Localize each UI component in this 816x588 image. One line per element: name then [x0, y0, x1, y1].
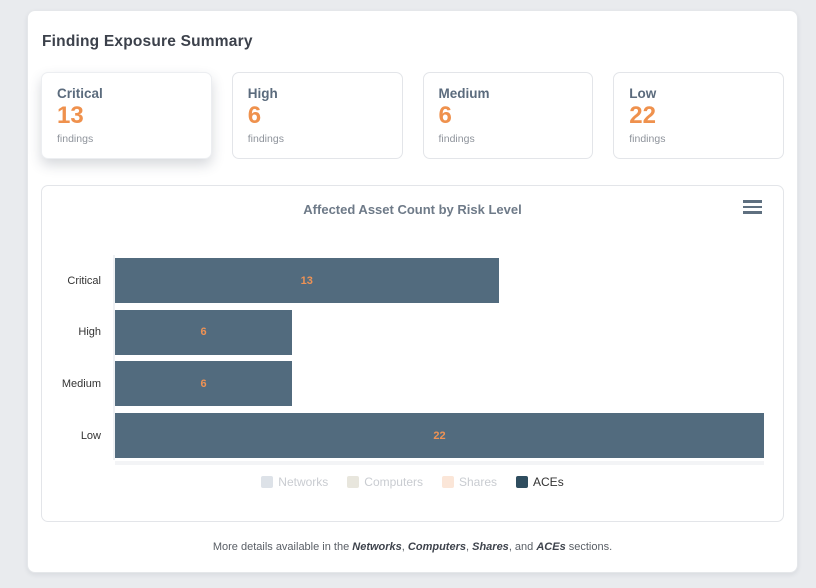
bar-track: 13 — [115, 258, 764, 303]
legend-item-networks[interactable]: Networks — [261, 475, 328, 489]
bar-track: 22 — [115, 413, 764, 458]
footer-section-name: Networks — [352, 541, 402, 553]
summary-card-critical[interactable]: Critical 13 findings — [41, 72, 212, 159]
legend-swatch — [347, 476, 359, 488]
chart-row: Critical 13 — [43, 255, 764, 307]
legend-label: Shares — [459, 475, 497, 489]
legend-label: ACEs — [533, 475, 564, 489]
finding-exposure-summary-panel: Finding Exposure Summary Critical 13 fin… — [27, 10, 798, 573]
summary-card-unit: findings — [629, 133, 768, 145]
chart-rows: Critical 13 High 6 Medium 6 Low 22 — [43, 255, 764, 461]
bar-medium[interactable]: 6 — [115, 361, 292, 406]
summary-cards-row: Critical 13 findings High 6 findings Med… — [41, 72, 784, 159]
legend-item-aces[interactable]: ACEs — [516, 475, 564, 489]
footer-section-name: ACEs — [536, 541, 565, 553]
footer-note: More details available in the Networks, … — [41, 541, 784, 553]
footer-section-name: Computers — [408, 541, 466, 553]
summary-card-unit: findings — [57, 133, 196, 145]
legend-label: Networks — [278, 475, 328, 489]
summary-card-count: 22 — [629, 103, 768, 128]
x-axis-line — [115, 461, 764, 465]
bar-value-label: 13 — [301, 275, 313, 287]
hamburger-menu-icon[interactable] — [743, 200, 762, 217]
bar-chart-plot-area: Critical 13 High 6 Medium 6 Low 22 — [43, 239, 764, 465]
chart-row: Low 22 — [43, 410, 764, 462]
summary-card-unit: findings — [248, 133, 387, 145]
chart-title: Affected Asset Count by Risk Level — [42, 186, 783, 217]
summary-card-label: Critical — [57, 86, 196, 101]
summary-card-count: 13 — [57, 103, 196, 128]
y-axis-line — [113, 255, 115, 460]
legend-item-computers[interactable]: Computers — [347, 475, 423, 489]
legend-item-shares[interactable]: Shares — [442, 475, 497, 489]
bar-low[interactable]: 22 — [115, 413, 764, 458]
summary-card-label: Low — [629, 86, 768, 101]
chart-legend: Networks Computers Shares ACEs — [42, 475, 783, 489]
category-label: High — [43, 326, 101, 338]
footer-section-name: Shares — [472, 541, 509, 553]
summary-card-label: Medium — [439, 86, 578, 101]
category-label: Medium — [43, 378, 101, 390]
summary-card-count: 6 — [439, 103, 578, 128]
legend-label: Computers — [364, 475, 423, 489]
legend-swatch — [516, 476, 528, 488]
chart-row: Medium 6 — [43, 358, 764, 410]
summary-card-medium[interactable]: Medium 6 findings — [423, 72, 594, 159]
legend-swatch — [442, 476, 454, 488]
affected-asset-chart-card: Affected Asset Count by Risk Level Criti… — [41, 185, 784, 522]
bar-value-label: 6 — [200, 378, 206, 390]
summary-card-high[interactable]: High 6 findings — [232, 72, 403, 159]
bar-high[interactable]: 6 — [115, 310, 292, 355]
bar-value-label: 6 — [200, 326, 206, 338]
summary-card-unit: findings — [439, 133, 578, 145]
bar-track: 6 — [115, 361, 764, 406]
page-title: Finding Exposure Summary — [42, 33, 784, 51]
chart-row: High 6 — [43, 307, 764, 359]
summary-card-label: High — [248, 86, 387, 101]
category-label: Low — [43, 430, 101, 442]
bar-critical[interactable]: 13 — [115, 258, 499, 303]
summary-card-low[interactable]: Low 22 findings — [613, 72, 784, 159]
category-label: Critical — [43, 275, 101, 287]
summary-card-count: 6 — [248, 103, 387, 128]
bar-value-label: 22 — [433, 430, 445, 442]
bar-track: 6 — [115, 310, 764, 355]
legend-swatch — [261, 476, 273, 488]
